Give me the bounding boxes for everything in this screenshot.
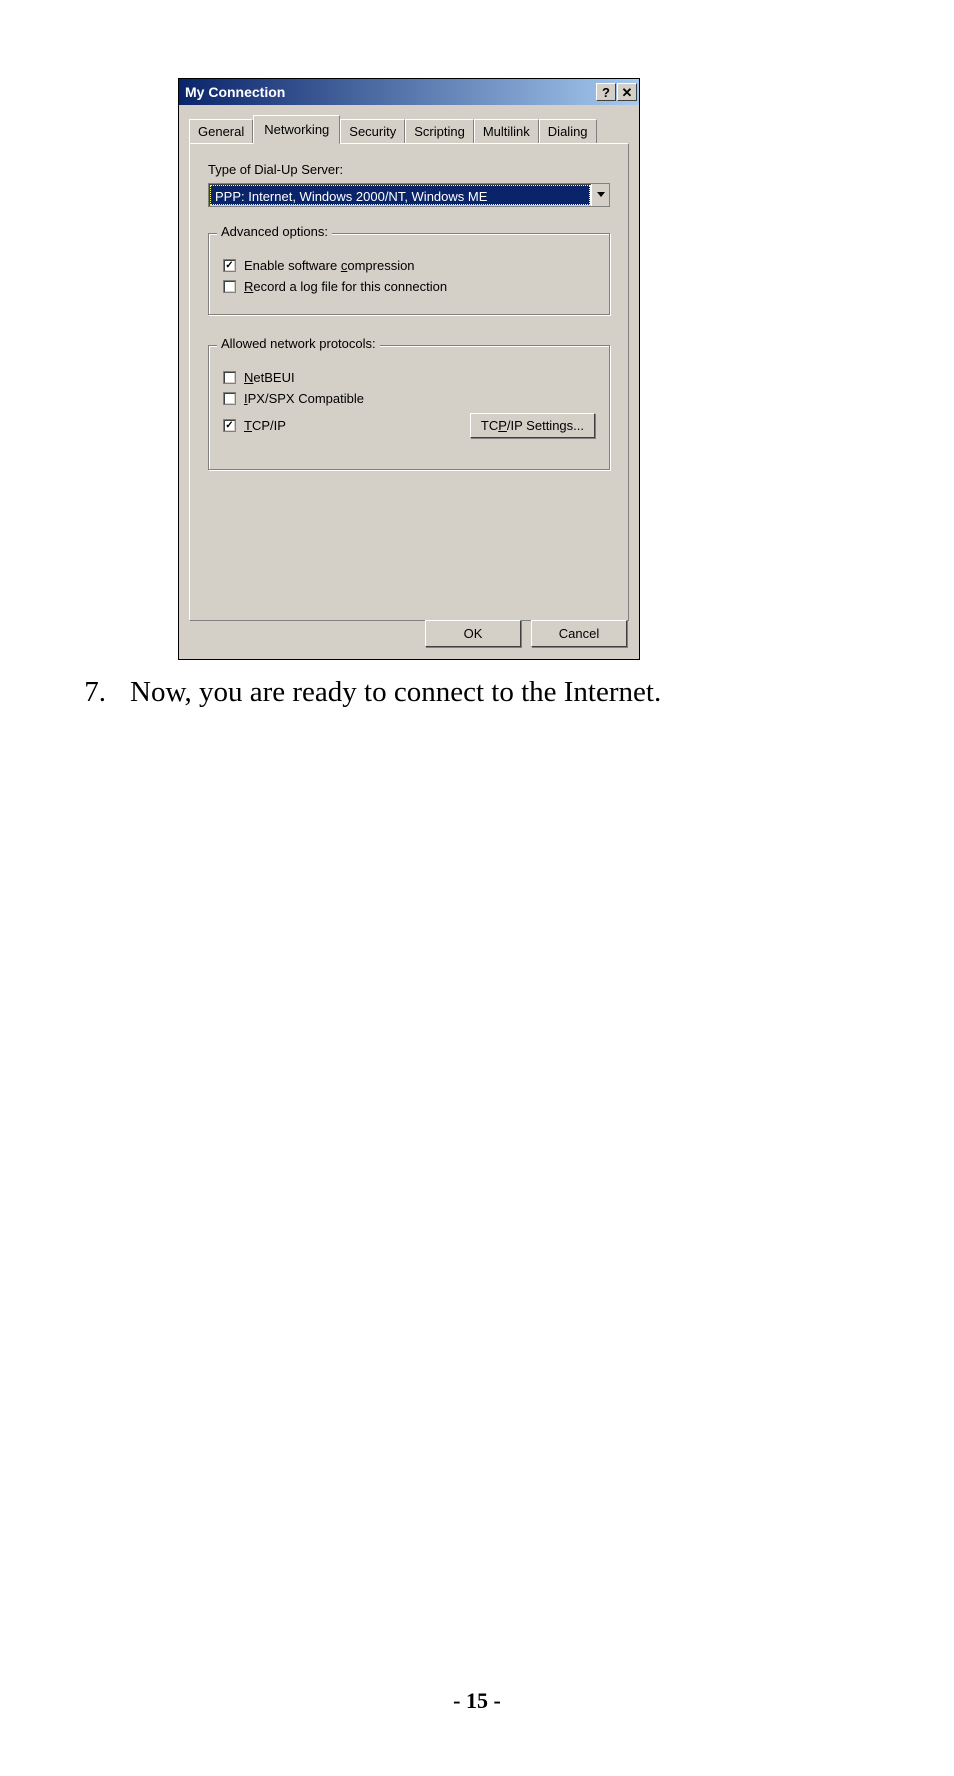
tcpip-row[interactable]: TCP/IP: [223, 418, 286, 433]
tab-security[interactable]: Security: [340, 119, 405, 143]
enable-compression-label: Enable software compression: [244, 258, 415, 273]
titlebar-buttons: ? ✕: [595, 83, 637, 101]
ok-button[interactable]: OK: [425, 620, 521, 647]
tabpanel-networking: Type of Dial-Up Server: PPP: Internet, W…: [189, 143, 629, 621]
record-log-label: Record a log file for this connection: [244, 279, 447, 294]
tab-scripting[interactable]: Scripting: [405, 119, 474, 143]
protocols-group: Allowed network protocols: NetBEUI IPX/S…: [208, 345, 610, 470]
record-log-checkbox[interactable]: [223, 280, 236, 293]
tcpip-row-wrap: TCP/IP TCP/IP Settings...: [223, 412, 595, 439]
combo-dropdown-button[interactable]: [591, 184, 609, 206]
advanced-options-group: Advanced options: Enable software compre…: [208, 233, 610, 315]
record-log-row[interactable]: Record a log file for this connection: [223, 279, 595, 294]
properties-dialog: My Connection ? ✕ General Networking Sec…: [178, 78, 640, 660]
tab-dialing[interactable]: Dialing: [539, 119, 597, 143]
titlebar: My Connection ? ✕: [179, 79, 639, 105]
protocols-legend: Allowed network protocols:: [217, 336, 380, 351]
instruction-step: 7. Now, you are ready to connect to the …: [70, 676, 661, 709]
page-number: - 15 -: [0, 1688, 954, 1714]
tcpip-settings-button[interactable]: TCP/IP Settings...: [470, 413, 595, 438]
chevron-down-icon: [597, 192, 605, 198]
tcpip-label: TCP/IP: [244, 418, 286, 433]
step-text: Now, you are ready to connect to the Int…: [130, 676, 661, 709]
server-type-value: PPP: Internet, Windows 2000/NT, Windows …: [210, 185, 590, 205]
server-type-label: Type of Dial-Up Server:: [208, 162, 610, 177]
enable-compression-row[interactable]: Enable software compression: [223, 258, 595, 273]
help-button[interactable]: ?: [596, 83, 616, 101]
step-number: 7.: [70, 676, 106, 709]
ipx-row[interactable]: IPX/SPX Compatible: [223, 391, 595, 406]
netbeui-row[interactable]: NetBEUI: [223, 370, 595, 385]
cancel-button[interactable]: Cancel: [531, 620, 627, 647]
tcpip-checkbox[interactable]: [223, 419, 236, 432]
ipx-label: IPX/SPX Compatible: [244, 391, 364, 406]
advanced-legend: Advanced options:: [217, 224, 332, 239]
server-type-combo[interactable]: PPP: Internet, Windows 2000/NT, Windows …: [208, 183, 610, 207]
window-title: My Connection: [185, 84, 595, 100]
dialog-buttons: OK Cancel: [425, 620, 627, 647]
tab-multilink[interactable]: Multilink: [474, 119, 539, 143]
ipx-checkbox[interactable]: [223, 392, 236, 405]
tab-general[interactable]: General: [189, 119, 253, 143]
tabstrip: General Networking Security Scripting Mu…: [189, 117, 629, 143]
netbeui-label: NetBEUI: [244, 370, 295, 385]
netbeui-checkbox[interactable]: [223, 371, 236, 384]
close-button[interactable]: ✕: [617, 83, 637, 101]
tab-networking[interactable]: Networking: [253, 115, 340, 144]
dialog-client: General Networking Security Scripting Mu…: [179, 105, 639, 659]
enable-compression-checkbox[interactable]: [223, 259, 236, 272]
